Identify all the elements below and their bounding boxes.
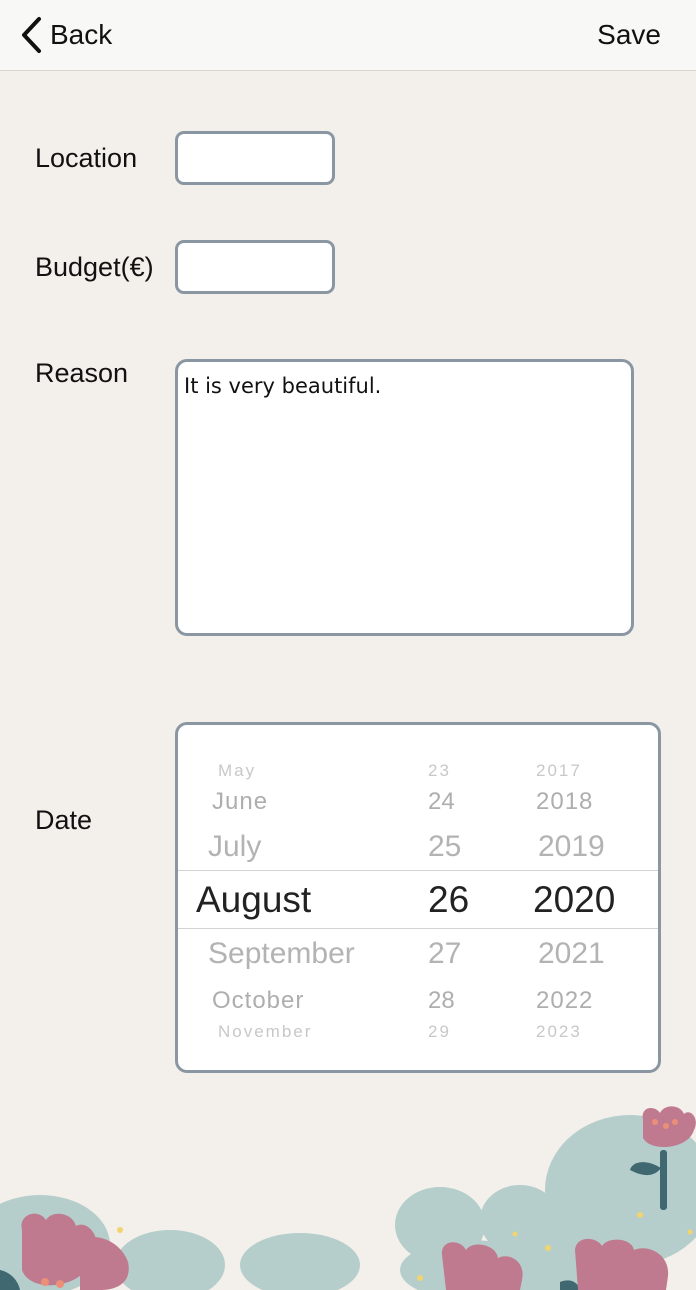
picker-day-option[interactable]: 23 xyxy=(428,762,451,779)
picker-year-selected[interactable]: 2020 xyxy=(533,881,615,918)
picker-selection-bottom-line xyxy=(178,928,658,929)
picker-day-option[interactable]: 28 xyxy=(428,989,455,1013)
back-label: Back xyxy=(50,19,113,50)
floral-decoration xyxy=(0,1106,696,1290)
picker-month-option[interactable]: May xyxy=(218,762,256,779)
picker-month-option[interactable]: July xyxy=(208,832,261,862)
picker-month-selected[interactable]: August xyxy=(196,881,311,918)
picker-month-option[interactable]: June xyxy=(212,790,268,814)
picker-year-option[interactable]: 2022 xyxy=(536,989,593,1013)
location-label: Location xyxy=(35,143,138,173)
save-button[interactable]: Save xyxy=(597,14,661,56)
picker-year-option[interactable]: 2023 xyxy=(536,1023,582,1040)
budget-label: Budget(€) xyxy=(35,252,154,282)
picker-day-selected[interactable]: 26 xyxy=(428,881,469,918)
reason-textarea[interactable]: It is very beautiful. xyxy=(175,359,634,636)
picker-day-option[interactable]: 29 xyxy=(428,1023,451,1040)
date-label: Date xyxy=(35,805,93,835)
picker-year-option[interactable]: 2021 xyxy=(538,939,605,969)
chevron-left-icon xyxy=(20,16,42,54)
picker-month-option[interactable]: October xyxy=(212,989,304,1013)
navigation-bar: Back Save xyxy=(0,0,696,71)
location-input[interactable] xyxy=(175,131,335,185)
picker-day-option[interactable]: 27 xyxy=(428,939,461,969)
picker-month-option[interactable]: September xyxy=(208,939,355,969)
picker-month-option[interactable]: November xyxy=(218,1023,312,1040)
picker-day-option[interactable]: 24 xyxy=(428,790,455,814)
picker-year-option[interactable]: 2017 xyxy=(536,762,582,779)
picker-year-option[interactable]: 2019 xyxy=(538,832,605,862)
date-picker[interactable]: May June July August September October N… xyxy=(175,722,661,1073)
back-button[interactable]: Back xyxy=(20,14,112,56)
picker-selection-top-line xyxy=(178,870,658,871)
reason-label: Reason xyxy=(35,358,129,388)
budget-input[interactable] xyxy=(175,240,335,294)
picker-day-option[interactable]: 25 xyxy=(428,832,461,862)
picker-year-option[interactable]: 2018 xyxy=(536,790,593,814)
